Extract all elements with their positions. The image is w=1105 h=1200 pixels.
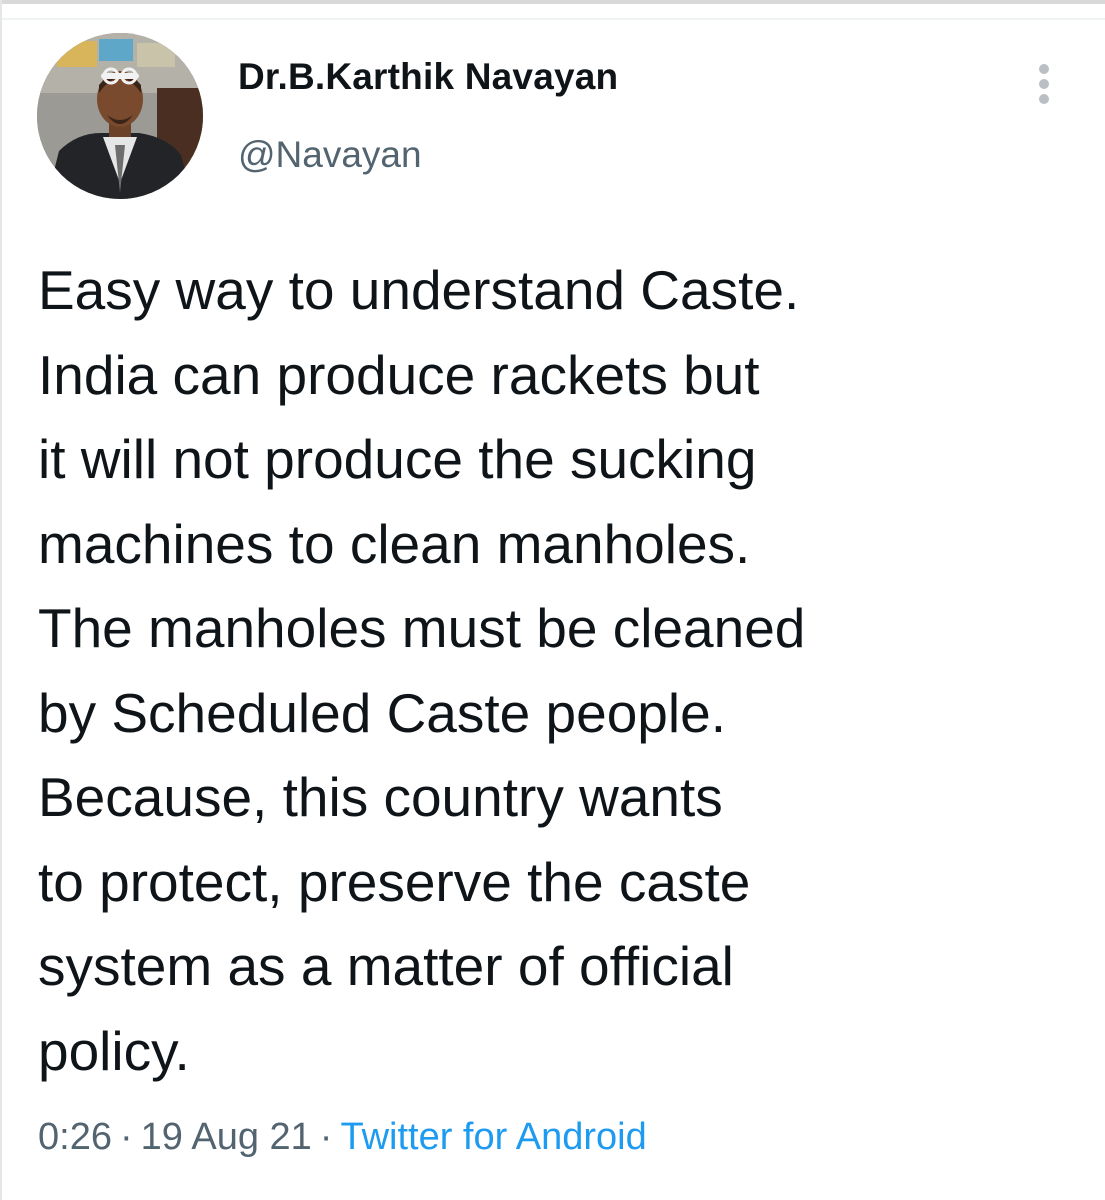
tweet-time[interactable]: 0:26 bbox=[38, 1116, 112, 1158]
tweet-text-line: machines to clean manholes. bbox=[38, 512, 751, 575]
tweet-meta: 0:26 · 19 Aug 21 · Twitter for Android bbox=[38, 1116, 647, 1159]
tweet-date[interactable]: 19 Aug 21 bbox=[141, 1116, 312, 1158]
tweet-text-line: India can produce rackets but bbox=[38, 343, 760, 406]
tweet-text-line: Easy way to understand Caste. bbox=[38, 259, 800, 321]
more-vertical-icon bbox=[1039, 64, 1049, 74]
tweet-text-line: by Scheduled Caste people. bbox=[38, 681, 726, 744]
meta-separator: · bbox=[319, 1116, 333, 1158]
more-vertical-icon bbox=[1039, 94, 1049, 104]
tweet-text-line: Because, this country wants bbox=[38, 766, 723, 828]
avatar[interactable] bbox=[37, 33, 203, 199]
tweet-text-line: The manholes must be cleaned bbox=[38, 597, 806, 659]
tweet-source-link[interactable]: Twitter for Android bbox=[340, 1116, 646, 1158]
avatar-photo bbox=[37, 33, 203, 199]
tweet-text-line: it will not produce the sucking bbox=[38, 428, 757, 490]
more-options-button[interactable] bbox=[1025, 58, 1065, 106]
more-vertical-icon bbox=[1039, 79, 1049, 89]
tweet-text-line: policy. bbox=[38, 1019, 190, 1082]
author-handle[interactable]: @Navayan bbox=[238, 134, 422, 176]
tweet-text-line: system as a matter of official bbox=[38, 935, 734, 997]
author-name[interactable]: Dr.B.Karthik Navayan bbox=[238, 56, 618, 98]
tweet-text-line: to protect, preserve the caste bbox=[38, 850, 751, 913]
tweet: Dr.B.Karthik Navayan @Navayan Easy way t… bbox=[0, 0, 1105, 1200]
meta-separator: · bbox=[119, 1116, 133, 1158]
tweet-text: Easy way to understand Caste. India can … bbox=[38, 248, 1088, 1093]
